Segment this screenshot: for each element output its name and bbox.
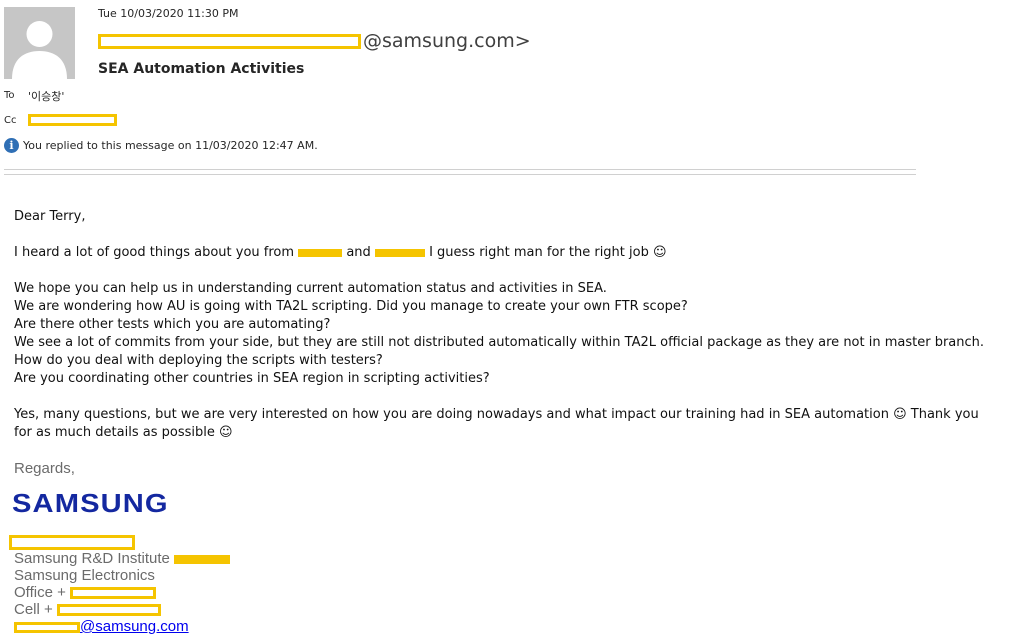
to-recipient[interactable]: '이승창': [28, 88, 64, 104]
body-paragraph-line: We hope you can help us in understanding…: [14, 281, 607, 296]
signature-institute: Samsung R&D Institute: [14, 550, 231, 567]
body-paragraph-line: for as much details as possible ☺: [14, 425, 233, 440]
signature-office-phone: Office +: [14, 584, 157, 601]
redacted-institute-location: [174, 554, 231, 564]
redacted-office-number: [70, 587, 157, 600]
body-line-1-and: and: [346, 245, 371, 260]
reply-notice: You replied to this message on 11/03/202…: [23, 138, 318, 152]
message-subject: SEA Automation Activities: [98, 61, 305, 77]
samsung-logo: SAMSUNG: [12, 488, 169, 518]
body-paragraph-line: We see a lot of commits from your side, …: [14, 335, 985, 350]
header-divider-bottom: [4, 174, 916, 175]
redacted-name-2: [374, 248, 425, 257]
signature-regards: Regards,: [14, 460, 75, 477]
body-paragraph-line: Yes, many questions, but we are very int…: [14, 407, 979, 422]
message-timestamp: Tue 10/03/2020 11:30 PM: [98, 7, 239, 20]
body-paragraph-line: We are wondering how AU is going with TA…: [14, 299, 688, 314]
reply-info-bar: i You replied to this message on 11/03/2…: [4, 137, 318, 153]
redacted-sender-name: [98, 34, 361, 49]
sender-address[interactable]: @samsung.com>: [98, 30, 538, 56]
redacted-signature-name: [9, 535, 135, 550]
redacted-cc-recipient: [28, 114, 117, 126]
body-paragraph-line: Are you coordinating other countries in …: [14, 371, 490, 386]
email-link[interactable]: @samsung.com: [80, 618, 189, 635]
signature-company: Samsung Electronics: [14, 567, 155, 584]
signature-institute-text: Samsung R&D Institute: [14, 550, 170, 567]
cell-prefix: Cell +: [14, 601, 53, 618]
body-paragraph-line: How do you deal with deploying the scrip…: [14, 353, 383, 368]
to-label: To: [4, 90, 15, 101]
signature-cell-phone: Cell +: [14, 601, 161, 618]
sender-avatar: [4, 7, 75, 79]
sender-domain: @samsung.com>: [363, 30, 531, 52]
greeting: Dear Terry,: [14, 209, 86, 224]
signature-email[interactable]: @samsung.com: [14, 618, 189, 635]
info-icon: i: [4, 137, 19, 153]
body-line-1-end: I guess right man for the right job ☺: [429, 245, 667, 260]
body-line-1: I heard a lot of good things about you f…: [14, 245, 667, 260]
office-prefix: Office +: [14, 584, 66, 601]
body-line-1-start: I heard a lot of good things about you f…: [14, 245, 295, 260]
redacted-name-1: [298, 248, 343, 257]
body-paragraph-line: Are there other tests which you are auto…: [14, 317, 331, 332]
redacted-email-user: [14, 621, 80, 633]
redacted-cell-number: [56, 604, 161, 617]
cc-label: Cc: [4, 115, 17, 126]
header-divider-top: [4, 169, 916, 170]
person-silhouette-icon: [12, 21, 67, 79]
